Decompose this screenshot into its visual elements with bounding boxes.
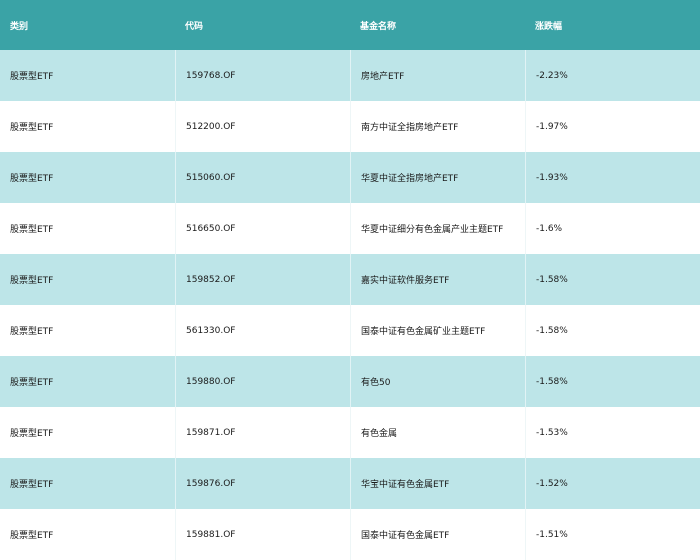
cell-change: -1.58% bbox=[525, 305, 700, 356]
cell-category: 股票型ETF bbox=[10, 480, 54, 490]
header-change[interactable]: 涨跌幅 bbox=[525, 0, 700, 50]
header-category[interactable]: 类别 bbox=[0, 0, 175, 50]
table-row[interactable]: 股票型ETF 561330.OF 国泰中证有色金属矿业主题ETF -1.58% bbox=[0, 305, 700, 356]
cell-code: 512200.OF bbox=[175, 101, 350, 152]
cell-fund-name: 南方中证全指房地产ETF bbox=[350, 101, 525, 152]
cell-category: 股票型ETF bbox=[10, 276, 54, 286]
cell-fund-name: 国泰中证有色金属ETF bbox=[350, 509, 525, 560]
cell-category: 股票型ETF bbox=[10, 531, 54, 541]
table-row[interactable]: 股票型ETF 515060.OF 华夏中证全指房地产ETF -1.93% bbox=[0, 152, 700, 203]
cell-category: 股票型ETF bbox=[10, 123, 54, 133]
cell-code: 561330.OF bbox=[175, 305, 350, 356]
table-row[interactable]: 股票型ETF 159852.OF 嘉实中证软件服务ETF -1.58% bbox=[0, 254, 700, 305]
cell-code: 159768.OF bbox=[175, 50, 350, 101]
cell-fund-name: 华夏中证细分有色金属产业主题ETF bbox=[350, 203, 525, 254]
cell-category: 股票型ETF bbox=[10, 327, 54, 337]
cell-change: -1.53% bbox=[525, 407, 700, 458]
cell-category: 股票型ETF bbox=[10, 72, 54, 82]
cell-fund-name: 华宝中证有色金属ETF bbox=[350, 458, 525, 509]
table-row[interactable]: 股票型ETF 512200.OF 南方中证全指房地产ETF -1.97% bbox=[0, 101, 700, 152]
cell-code: 516650.OF bbox=[175, 203, 350, 254]
cell-fund-name: 房地产ETF bbox=[350, 50, 525, 101]
cell-code: 159881.OF bbox=[175, 509, 350, 560]
table-row[interactable]: 股票型ETF 516650.OF 华夏中证细分有色金属产业主题ETF -1.6% bbox=[0, 203, 700, 254]
fund-table: 类别 代码 基金名称 涨跌幅 股票型ETF 159768.OF 房地产ETF -… bbox=[0, 0, 700, 560]
cell-change: -1.51% bbox=[525, 509, 700, 560]
cell-code: 159852.OF bbox=[175, 254, 350, 305]
cell-code: 159871.OF bbox=[175, 407, 350, 458]
cell-change: -1.6% bbox=[525, 203, 700, 254]
table-row[interactable]: 股票型ETF 159881.OF 国泰中证有色金属ETF -1.51% bbox=[0, 509, 700, 560]
cell-fund-name: 国泰中证有色金属矿业主题ETF bbox=[350, 305, 525, 356]
cell-change: -1.58% bbox=[525, 254, 700, 305]
cell-category: 股票型ETF bbox=[10, 225, 54, 235]
cell-code: 515060.OF bbox=[175, 152, 350, 203]
cell-change: -1.93% bbox=[525, 152, 700, 203]
cell-fund-name: 有色金属 bbox=[350, 407, 525, 458]
cell-change: -1.97% bbox=[525, 101, 700, 152]
cell-code: 159876.OF bbox=[175, 458, 350, 509]
table-row[interactable]: 股票型ETF 159876.OF 华宝中证有色金属ETF -1.52% bbox=[0, 458, 700, 509]
table-header: 类别 代码 基金名称 涨跌幅 bbox=[0, 0, 700, 50]
cell-fund-name: 嘉实中证软件服务ETF bbox=[350, 254, 525, 305]
cell-fund-name: 有色50 bbox=[350, 356, 525, 407]
table-row[interactable]: 股票型ETF 159880.OF 有色50 -1.58% bbox=[0, 356, 700, 407]
cell-category: 股票型ETF bbox=[10, 174, 54, 184]
cell-category: 股票型ETF bbox=[10, 378, 54, 388]
table-row[interactable]: 股票型ETF 159768.OF 房地产ETF -2.23% bbox=[0, 50, 700, 101]
cell-change: -1.52% bbox=[525, 458, 700, 509]
cell-change: -2.23% bbox=[525, 50, 700, 101]
cell-change: -1.58% bbox=[525, 356, 700, 407]
header-code[interactable]: 代码 bbox=[175, 0, 350, 50]
header-fund-name[interactable]: 基金名称 bbox=[350, 0, 525, 50]
cell-fund-name: 华夏中证全指房地产ETF bbox=[350, 152, 525, 203]
table-row[interactable]: 股票型ETF 159871.OF 有色金属 -1.53% bbox=[0, 407, 700, 458]
cell-category: 股票型ETF bbox=[10, 429, 54, 439]
cell-code: 159880.OF bbox=[175, 356, 350, 407]
